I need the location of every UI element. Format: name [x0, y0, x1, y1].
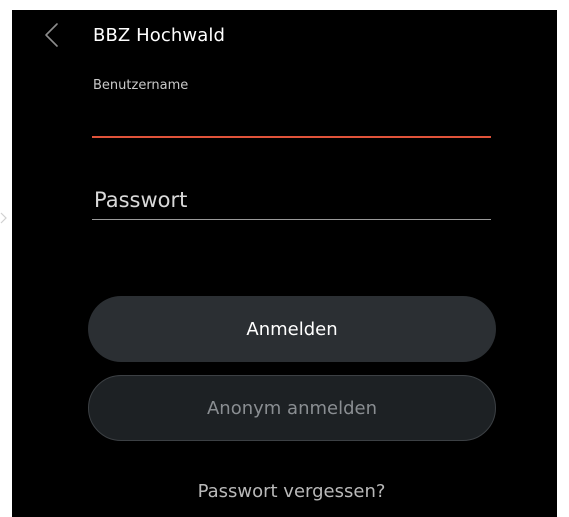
- password-field[interactable]: [92, 180, 491, 220]
- anonymous-login-button[interactable]: Anonym anmelden: [88, 375, 496, 441]
- forgot-password-link[interactable]: Passwort vergessen?: [12, 480, 557, 504]
- login-button[interactable]: Anmelden: [88, 296, 496, 362]
- chevron-left-icon: [40, 20, 64, 50]
- page-title: BBZ Hochwald: [93, 25, 225, 46]
- username-field[interactable]: [92, 102, 491, 138]
- back-button[interactable]: [40, 20, 64, 50]
- window-edge-mark: [0, 210, 8, 224]
- username-label: Benutzername: [93, 78, 189, 93]
- login-screen: BBZ Hochwald Benutzername Anmelden Anony…: [12, 10, 557, 517]
